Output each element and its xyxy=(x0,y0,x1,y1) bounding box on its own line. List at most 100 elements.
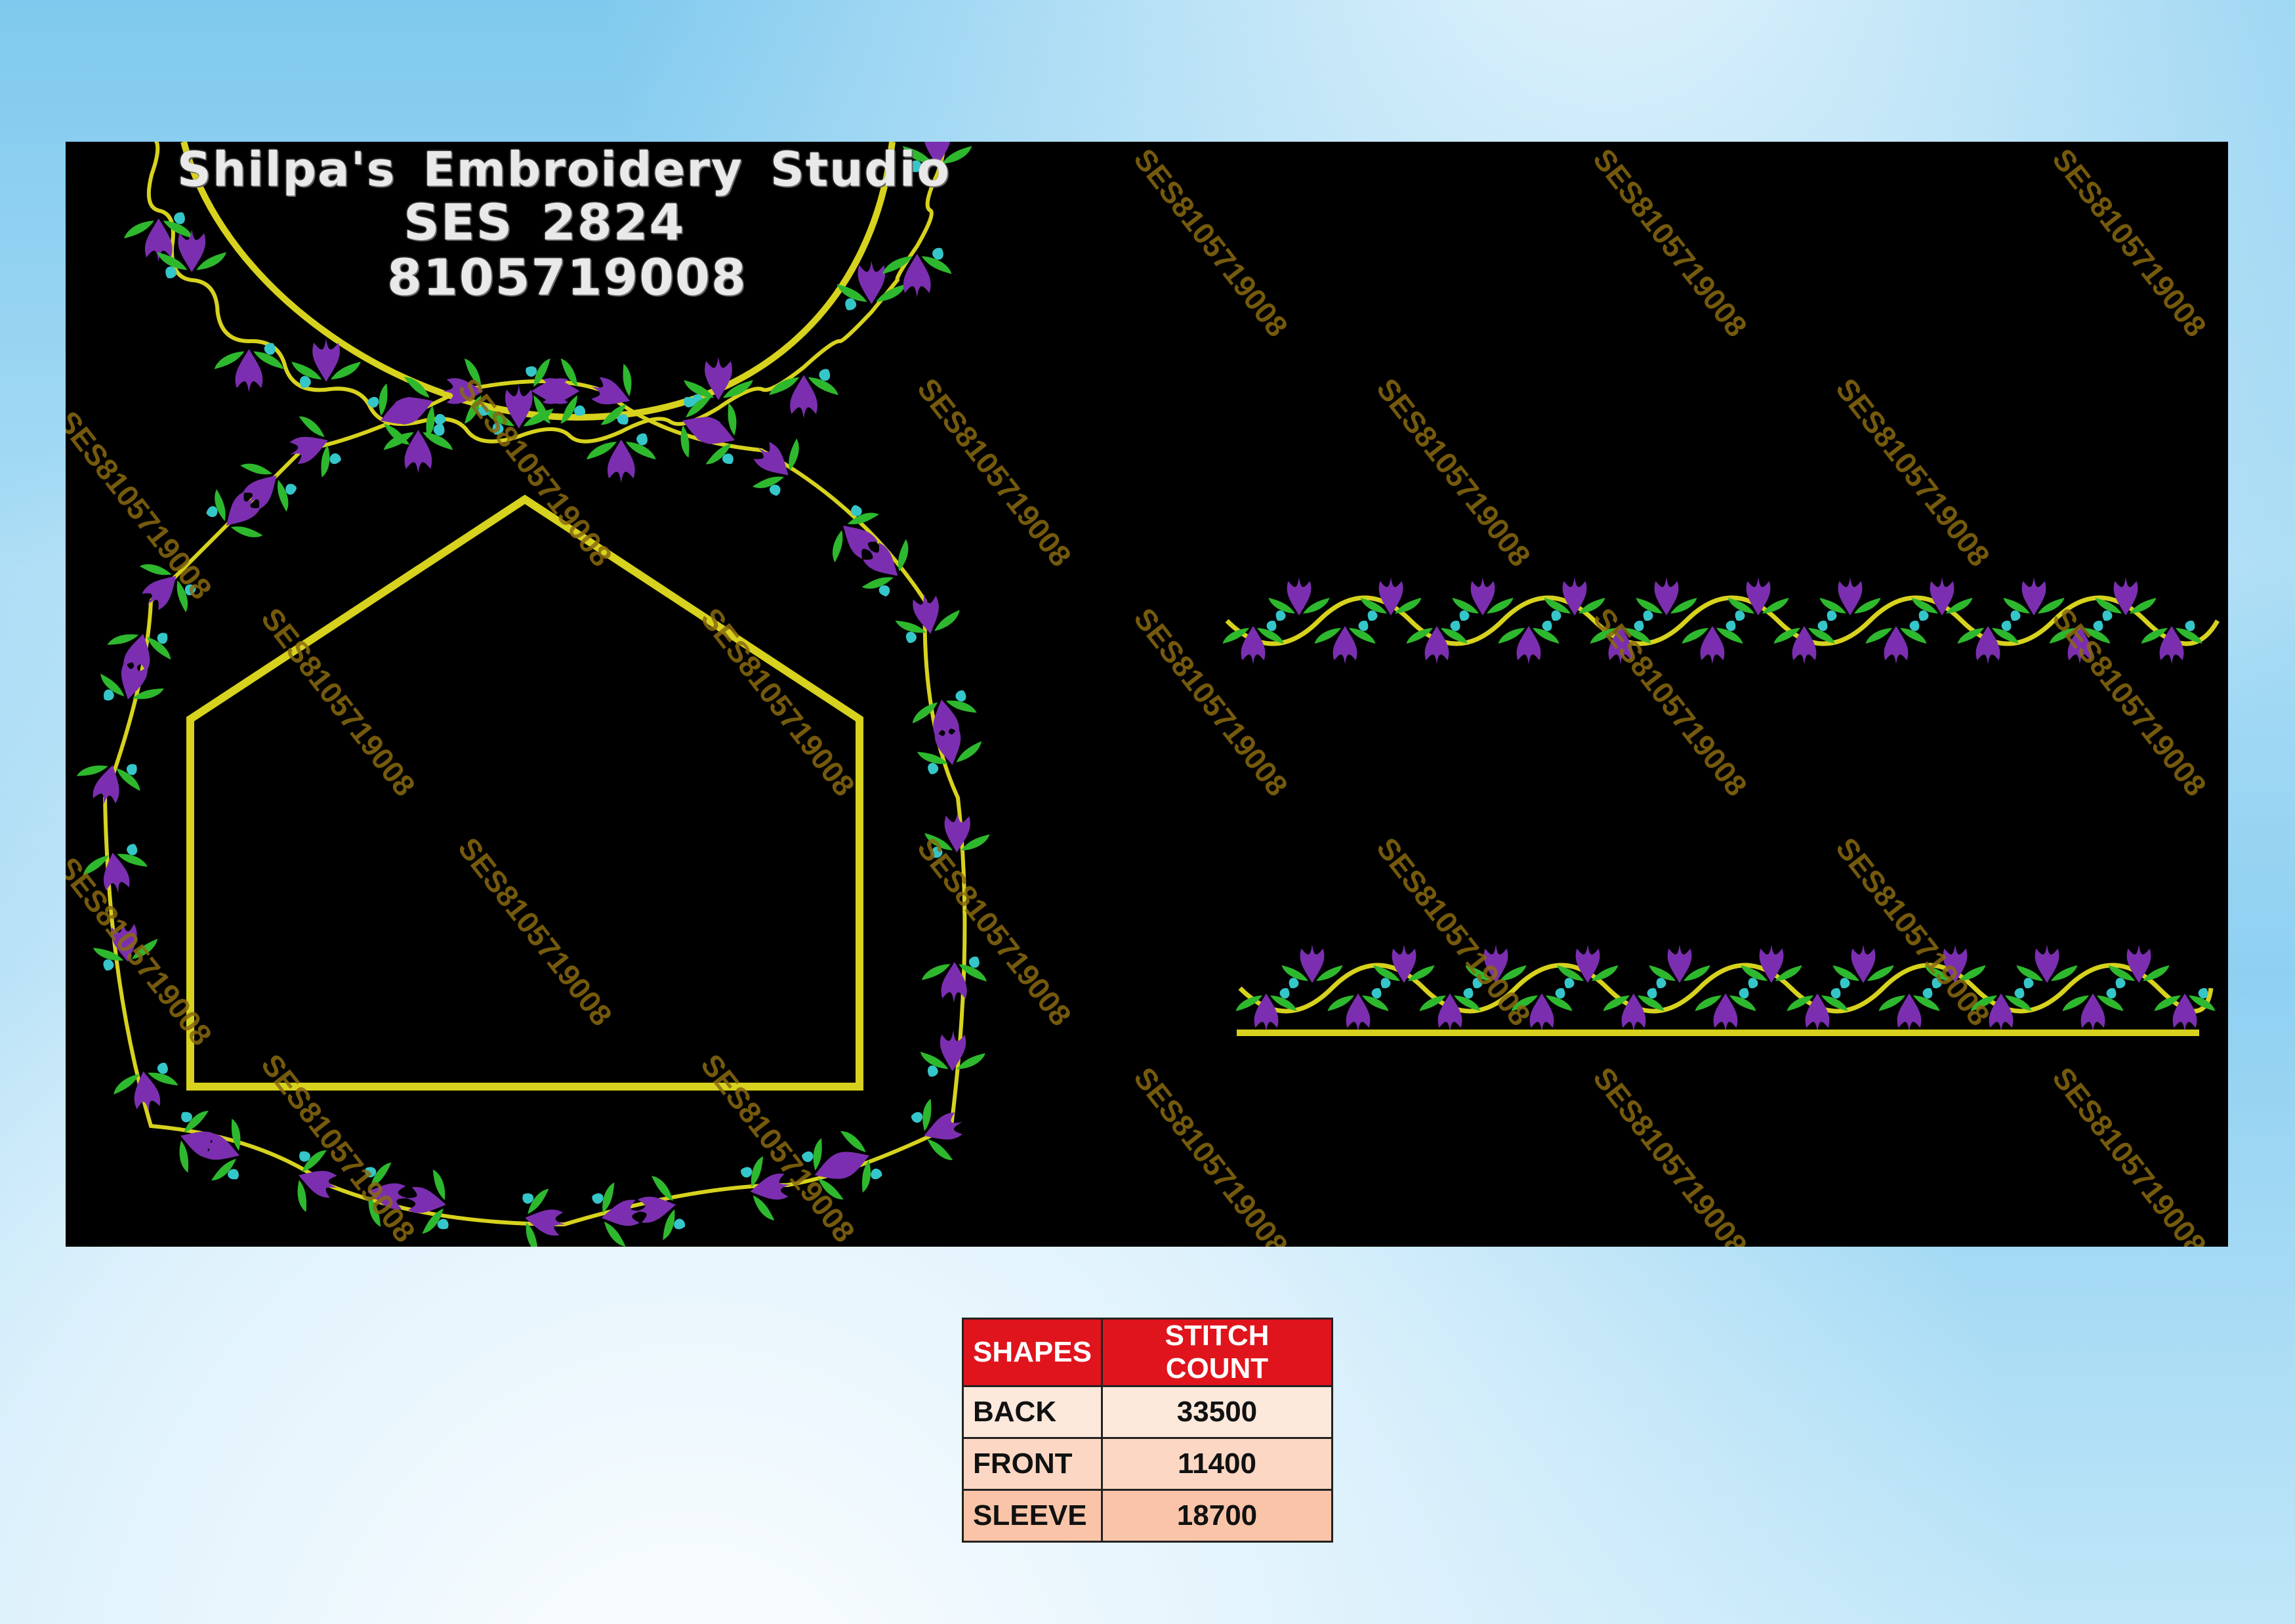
flower-motif xyxy=(1498,620,1560,665)
motif-part xyxy=(1275,610,1286,621)
flower-motif xyxy=(1878,988,1940,1032)
motif-part xyxy=(911,1112,923,1123)
flower-motif xyxy=(1452,577,1514,621)
table-row: SLEEVE 18700 xyxy=(962,1489,1334,1543)
motif-part xyxy=(1827,610,1837,621)
flower-motif xyxy=(522,1188,566,1247)
flower-motif xyxy=(1682,620,1743,665)
motif-part xyxy=(434,413,446,425)
motif-part xyxy=(1358,620,1369,631)
motif-part xyxy=(1922,988,1933,999)
motif-part xyxy=(1918,610,1929,621)
flower-motif xyxy=(1819,577,1881,621)
stitch-count-value: 11400 xyxy=(1100,1437,1334,1491)
motif-part xyxy=(2023,978,2034,989)
motif-part xyxy=(1647,988,1657,999)
motif-part xyxy=(932,247,943,260)
phone-number: 8105719008 xyxy=(387,248,747,306)
flower-motif xyxy=(1327,988,1389,1032)
motif-part xyxy=(1909,620,1920,631)
flower-motif xyxy=(895,593,960,643)
table-header-row: SHAPES STITCH COUNT xyxy=(962,1318,1334,1387)
motif-part xyxy=(1279,988,1290,999)
flower-motif xyxy=(591,364,632,425)
flower-motif xyxy=(1636,577,1697,621)
flower-motif xyxy=(752,438,799,496)
motif-part xyxy=(845,298,857,310)
motif-part xyxy=(526,366,537,377)
flower-motif xyxy=(2016,944,2078,989)
motif-part xyxy=(2010,610,2021,621)
shape-label: SLEEVE xyxy=(962,1489,1103,1543)
motif-part xyxy=(300,375,311,388)
shape-label: FRONT xyxy=(962,1437,1103,1491)
motif-part xyxy=(1739,988,1749,999)
motif-part xyxy=(1656,978,1666,989)
motif-part xyxy=(819,369,831,381)
flower-motif xyxy=(2062,988,2124,1032)
flower-motif xyxy=(911,1098,963,1160)
studio-name: Shilpa's Embroidery Studio xyxy=(177,142,951,197)
motif-part xyxy=(329,453,341,465)
motif-part xyxy=(1367,610,1378,621)
flower-motif xyxy=(769,369,838,419)
shape-label: BACK xyxy=(962,1385,1103,1439)
motif-part xyxy=(955,690,966,702)
flower-motif xyxy=(76,764,140,805)
motif-part xyxy=(871,1169,882,1180)
motif-part xyxy=(1748,978,1758,989)
motif-part xyxy=(1817,620,1828,631)
flower-motif xyxy=(289,416,341,478)
stitch-count-value: 18700 xyxy=(1100,1489,1334,1543)
motif-part xyxy=(905,631,917,643)
motif-part xyxy=(741,1167,753,1178)
motif-part xyxy=(2198,988,2208,999)
motif-part xyxy=(1551,610,1561,621)
motif-part xyxy=(636,433,648,446)
design-preview-panel: Shilpa's Embroidery Studio SES 2824 8105… xyxy=(66,142,2228,1247)
motif-part xyxy=(592,1193,604,1204)
table-header-stitch-count: STITCH COUNT xyxy=(1100,1318,1334,1387)
flower-motif xyxy=(921,956,987,1003)
motif-part xyxy=(127,844,138,856)
motif-part xyxy=(2014,988,2025,999)
motif-part xyxy=(103,959,114,971)
motif-part xyxy=(2106,988,2117,999)
flower-motif xyxy=(1314,620,1376,665)
motif-part xyxy=(1459,610,1470,621)
flower-motif xyxy=(684,356,753,407)
motif-part xyxy=(574,405,586,416)
motif-part xyxy=(674,1218,686,1230)
motif-part xyxy=(1542,620,1552,631)
motif-part xyxy=(2102,610,2113,621)
stitch-count-value: 33500 xyxy=(1100,1385,1334,1439)
motif-part xyxy=(1380,978,1391,989)
table-row: BACK 33500 xyxy=(962,1385,1334,1439)
motif-part xyxy=(433,423,445,436)
motif-part xyxy=(2001,620,2012,631)
flower-motif xyxy=(214,343,284,393)
flower-motif xyxy=(1281,944,1343,989)
motif-part xyxy=(1266,620,1277,631)
motif-part xyxy=(174,212,185,224)
flower-motif xyxy=(1268,577,1330,621)
motif-part xyxy=(157,1062,168,1074)
motif-part xyxy=(1830,988,1841,999)
flower-motif xyxy=(920,1030,985,1077)
flower-motif xyxy=(1832,944,1894,989)
motif-part xyxy=(2115,978,2126,989)
motif-part xyxy=(1840,978,1850,989)
front-outline xyxy=(186,494,863,1091)
table-row: FRONT 11400 xyxy=(962,1437,1334,1491)
stitch-count-table: SHAPES STITCH COUNT BACK 33500 FRONT 114… xyxy=(962,1318,1334,1543)
motif-part xyxy=(1289,978,1299,989)
table-header-shapes: SHAPES xyxy=(962,1318,1103,1387)
motif-part xyxy=(1735,610,1745,621)
flower-motif xyxy=(1865,620,1927,665)
motif-part xyxy=(1450,620,1460,631)
motif-part xyxy=(1564,978,1575,989)
motif-part xyxy=(928,762,939,774)
motif-part xyxy=(2185,620,2195,631)
motif-part xyxy=(1371,988,1382,999)
flower-motif xyxy=(1649,944,1710,989)
